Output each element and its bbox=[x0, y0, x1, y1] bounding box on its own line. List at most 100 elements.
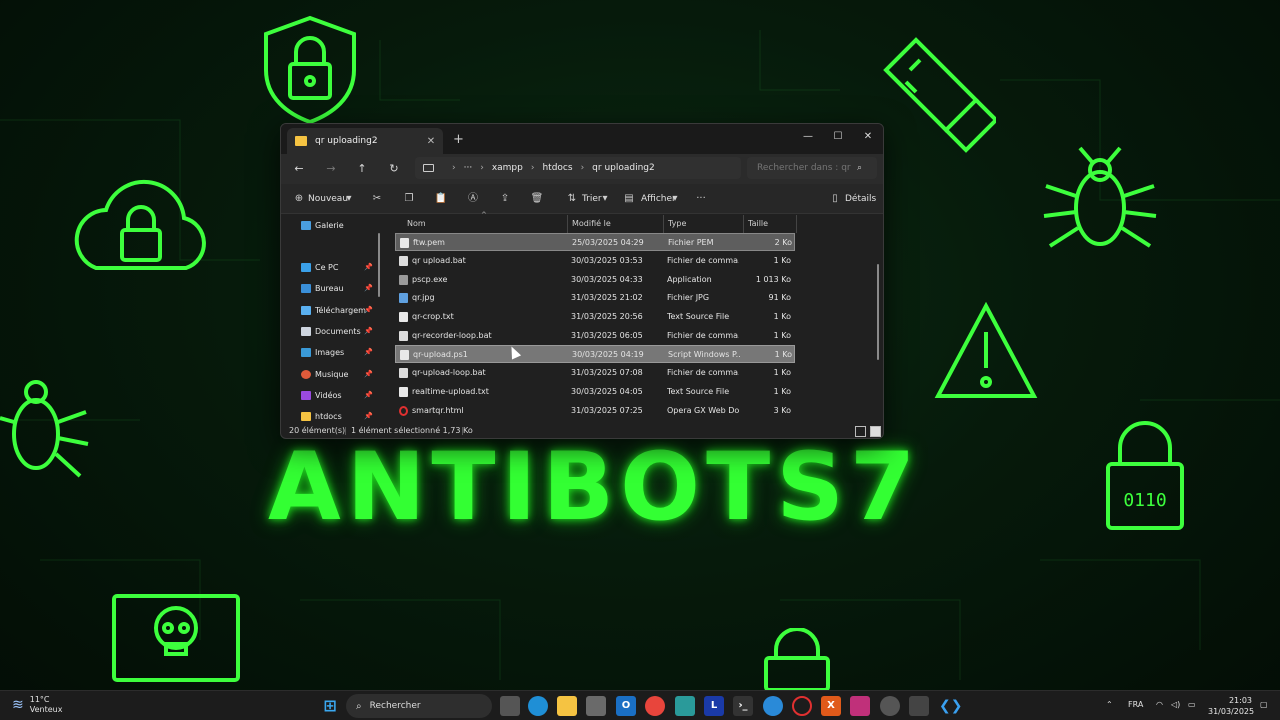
sidebar-item-telechargements[interactable]: Téléchargem 📌 bbox=[301, 302, 373, 318]
opera-icon bbox=[399, 406, 408, 416]
details-view-icon[interactable] bbox=[855, 426, 866, 437]
new-tab-button[interactable]: + bbox=[453, 132, 464, 147]
column-header-type[interactable]: Type bbox=[668, 215, 686, 233]
file-row-qr-crop-txt[interactable]: qr-crop.txt 31/03/2025 20:56 Text Source… bbox=[395, 308, 795, 326]
delete-icon[interactable]: 🗑 bbox=[529, 191, 545, 207]
sidebar-item-videos[interactable]: Vidéos 📌 bbox=[301, 387, 373, 403]
file-row-pscp-exe[interactable]: pscp.exe 30/03/2025 04:33 Application 1 … bbox=[395, 271, 795, 289]
chevron-down-icon[interactable]: ▾ bbox=[597, 191, 613, 207]
store-icon[interactable] bbox=[586, 696, 606, 716]
cut-icon[interactable]: ✂ bbox=[369, 191, 385, 207]
app-l-icon[interactable]: L bbox=[704, 696, 724, 716]
file-type: Fichier de comma... bbox=[667, 331, 739, 340]
file-row-ftw-pem[interactable]: ftw.pem 25/03/2025 04:29 Fichier PEM 2 K… bbox=[395, 233, 795, 251]
chevron-down-icon[interactable]: ▾ bbox=[341, 191, 357, 207]
column-header-name[interactable]: Nom bbox=[407, 215, 426, 233]
battery-icon[interactable]: ▭ bbox=[1188, 700, 1196, 709]
search-input[interactable] bbox=[757, 163, 853, 173]
file-modified: 31/03/2025 07:25 bbox=[571, 406, 643, 415]
breadcrumb-xampp[interactable]: xampp bbox=[492, 163, 523, 173]
file-row-qr-recorder-loop-bat[interactable]: qr-recorder-loop.bat 31/03/2025 06:05 Fi… bbox=[395, 327, 795, 345]
start-windows-icon[interactable]: ⊞ bbox=[320, 696, 340, 716]
clock[interactable]: 21:03 31/03/2025 bbox=[1208, 695, 1254, 717]
outlook-icon[interactable]: O bbox=[616, 696, 636, 716]
rename-icon[interactable]: Ⓐ bbox=[465, 191, 481, 207]
volume-icon[interactable]: ◁) bbox=[1171, 700, 1180, 709]
view-icon[interactable]: ▤ bbox=[621, 191, 637, 207]
column-divider[interactable] bbox=[796, 215, 797, 233]
tab-qr-uploading2[interactable]: qr uploading2 ✕ bbox=[287, 128, 443, 154]
file-type: Fichier PEM bbox=[668, 238, 714, 247]
sidebar-item-musique[interactable]: Musique 📌 bbox=[301, 366, 373, 382]
file-row-realtime-upload-txt[interactable]: realtime-upload.txt 30/03/2025 04:05 Tex… bbox=[395, 383, 795, 401]
file-name: smartqr.html bbox=[412, 406, 464, 415]
instagram-icon[interactable] bbox=[850, 696, 870, 716]
chevron-down-icon[interactable]: ▾ bbox=[667, 191, 683, 207]
file-name: qr-upload.ps1 bbox=[413, 350, 468, 359]
column-header-modified[interactable]: Modifié le bbox=[572, 215, 611, 233]
search-icon[interactable]: ⌕ bbox=[857, 163, 862, 173]
column-divider[interactable] bbox=[743, 215, 744, 233]
sidebar-item-htdocs[interactable]: htdocs 📌 bbox=[301, 408, 373, 424]
details-pane-icon[interactable]: ▯ bbox=[827, 191, 843, 207]
weather-widget[interactable]: ≋ 11°C Venteux bbox=[12, 695, 62, 715]
file-row-qr-upload-ps1[interactable]: qr-upload.ps1 30/03/2025 04:19 Script Wi… bbox=[395, 345, 795, 363]
sidebar-item-bureau[interactable]: Bureau 📌 bbox=[301, 280, 373, 296]
tiles-view-icon[interactable] bbox=[870, 426, 881, 437]
file-type: Text Source File bbox=[667, 312, 730, 321]
file-row-qr-jpg[interactable]: qr.jpg 31/03/2025 21:02 Fichier JPG 91 K… bbox=[395, 289, 795, 307]
xampp-icon[interactable]: X bbox=[821, 696, 841, 716]
sort-icon[interactable]: ⇅ bbox=[564, 191, 580, 207]
file-row-smartqr-html[interactable]: smartqr.html 31/03/2025 07:25 Opera GX W… bbox=[395, 402, 795, 420]
breadcrumb-htdocs[interactable]: htdocs bbox=[542, 163, 572, 173]
sidebar-scrollbar[interactable] bbox=[378, 233, 380, 297]
back-button[interactable]: ← bbox=[291, 161, 307, 177]
desktop-icon bbox=[301, 283, 311, 293]
sidebar-item-galerie[interactable]: Galerie bbox=[301, 217, 373, 233]
sidebar-item-images[interactable]: Images 📌 bbox=[301, 344, 373, 360]
sidebar-item-ce-pc[interactable]: Ce PC 📌 bbox=[301, 259, 373, 275]
edge-icon[interactable] bbox=[528, 696, 548, 716]
maximize-button[interactable]: ☐ bbox=[823, 128, 853, 146]
refresh-button[interactable]: ↻ bbox=[386, 161, 402, 177]
language-indicator[interactable]: FRA bbox=[1128, 700, 1143, 709]
add-icon[interactable]: ⊕ bbox=[291, 191, 307, 207]
task-view-icon[interactable] bbox=[500, 696, 520, 716]
app-icon[interactable] bbox=[880, 696, 900, 716]
sidebar-item-documents[interactable]: Documents 📌 bbox=[301, 323, 373, 339]
close-window-button[interactable]: ✕ bbox=[853, 128, 883, 146]
opera-gx-icon[interactable] bbox=[792, 696, 812, 716]
close-tab-icon[interactable]: ✕ bbox=[423, 136, 439, 147]
forward-button[interactable]: → bbox=[323, 161, 339, 177]
calculator-icon[interactable] bbox=[675, 696, 695, 716]
address-bar[interactable]: › ··· › xampp › htdocs › qr uploading2 bbox=[415, 157, 741, 179]
taskbar-search[interactable]: ⌕ Rechercher bbox=[346, 694, 492, 718]
screen-capture-icon[interactable] bbox=[909, 696, 929, 716]
file-explorer-icon[interactable] bbox=[557, 696, 577, 716]
paste-icon[interactable]: 📋 bbox=[433, 191, 449, 207]
notifications-icon[interactable]: ▢ bbox=[1260, 700, 1268, 709]
minimize-button[interactable]: — bbox=[793, 128, 823, 146]
shield-lock-icon bbox=[260, 14, 360, 126]
column-header-size[interactable]: Taille bbox=[748, 215, 768, 233]
copy-icon[interactable]: ❐ bbox=[401, 191, 417, 207]
details-button[interactable]: Détails bbox=[845, 191, 876, 207]
messenger-icon[interactable] bbox=[763, 696, 783, 716]
more-crumbs-icon[interactable]: ··· bbox=[464, 163, 473, 173]
column-divider[interactable] bbox=[567, 215, 568, 233]
bat-icon bbox=[399, 256, 408, 266]
chrome-icon[interactable] bbox=[645, 696, 665, 716]
file-size: 91 Ko bbox=[768, 293, 791, 302]
vscode-icon[interactable]: ❮❯ bbox=[939, 696, 962, 716]
share-icon[interactable]: ⇪ bbox=[497, 191, 513, 207]
file-row-qr-upload-bat[interactable]: qr upload.bat 30/03/2025 03:53 Fichier d… bbox=[395, 252, 795, 270]
more-options-icon[interactable]: ··· bbox=[693, 191, 709, 207]
column-divider[interactable] bbox=[663, 215, 664, 233]
file-row-qr-upload-loop-bat[interactable]: qr-upload-loop.bat 31/03/2025 07:08 Fich… bbox=[395, 364, 795, 382]
terminal-icon[interactable]: ›_ bbox=[733, 696, 753, 716]
wifi-icon[interactable]: ◠ bbox=[1156, 700, 1163, 709]
up-button[interactable]: ↑ bbox=[354, 161, 370, 177]
chevron-up-icon[interactable]: ⌃ bbox=[1106, 700, 1113, 709]
file-list-scrollbar[interactable] bbox=[877, 264, 879, 360]
breadcrumb-current[interactable]: qr uploading2 bbox=[592, 163, 655, 173]
